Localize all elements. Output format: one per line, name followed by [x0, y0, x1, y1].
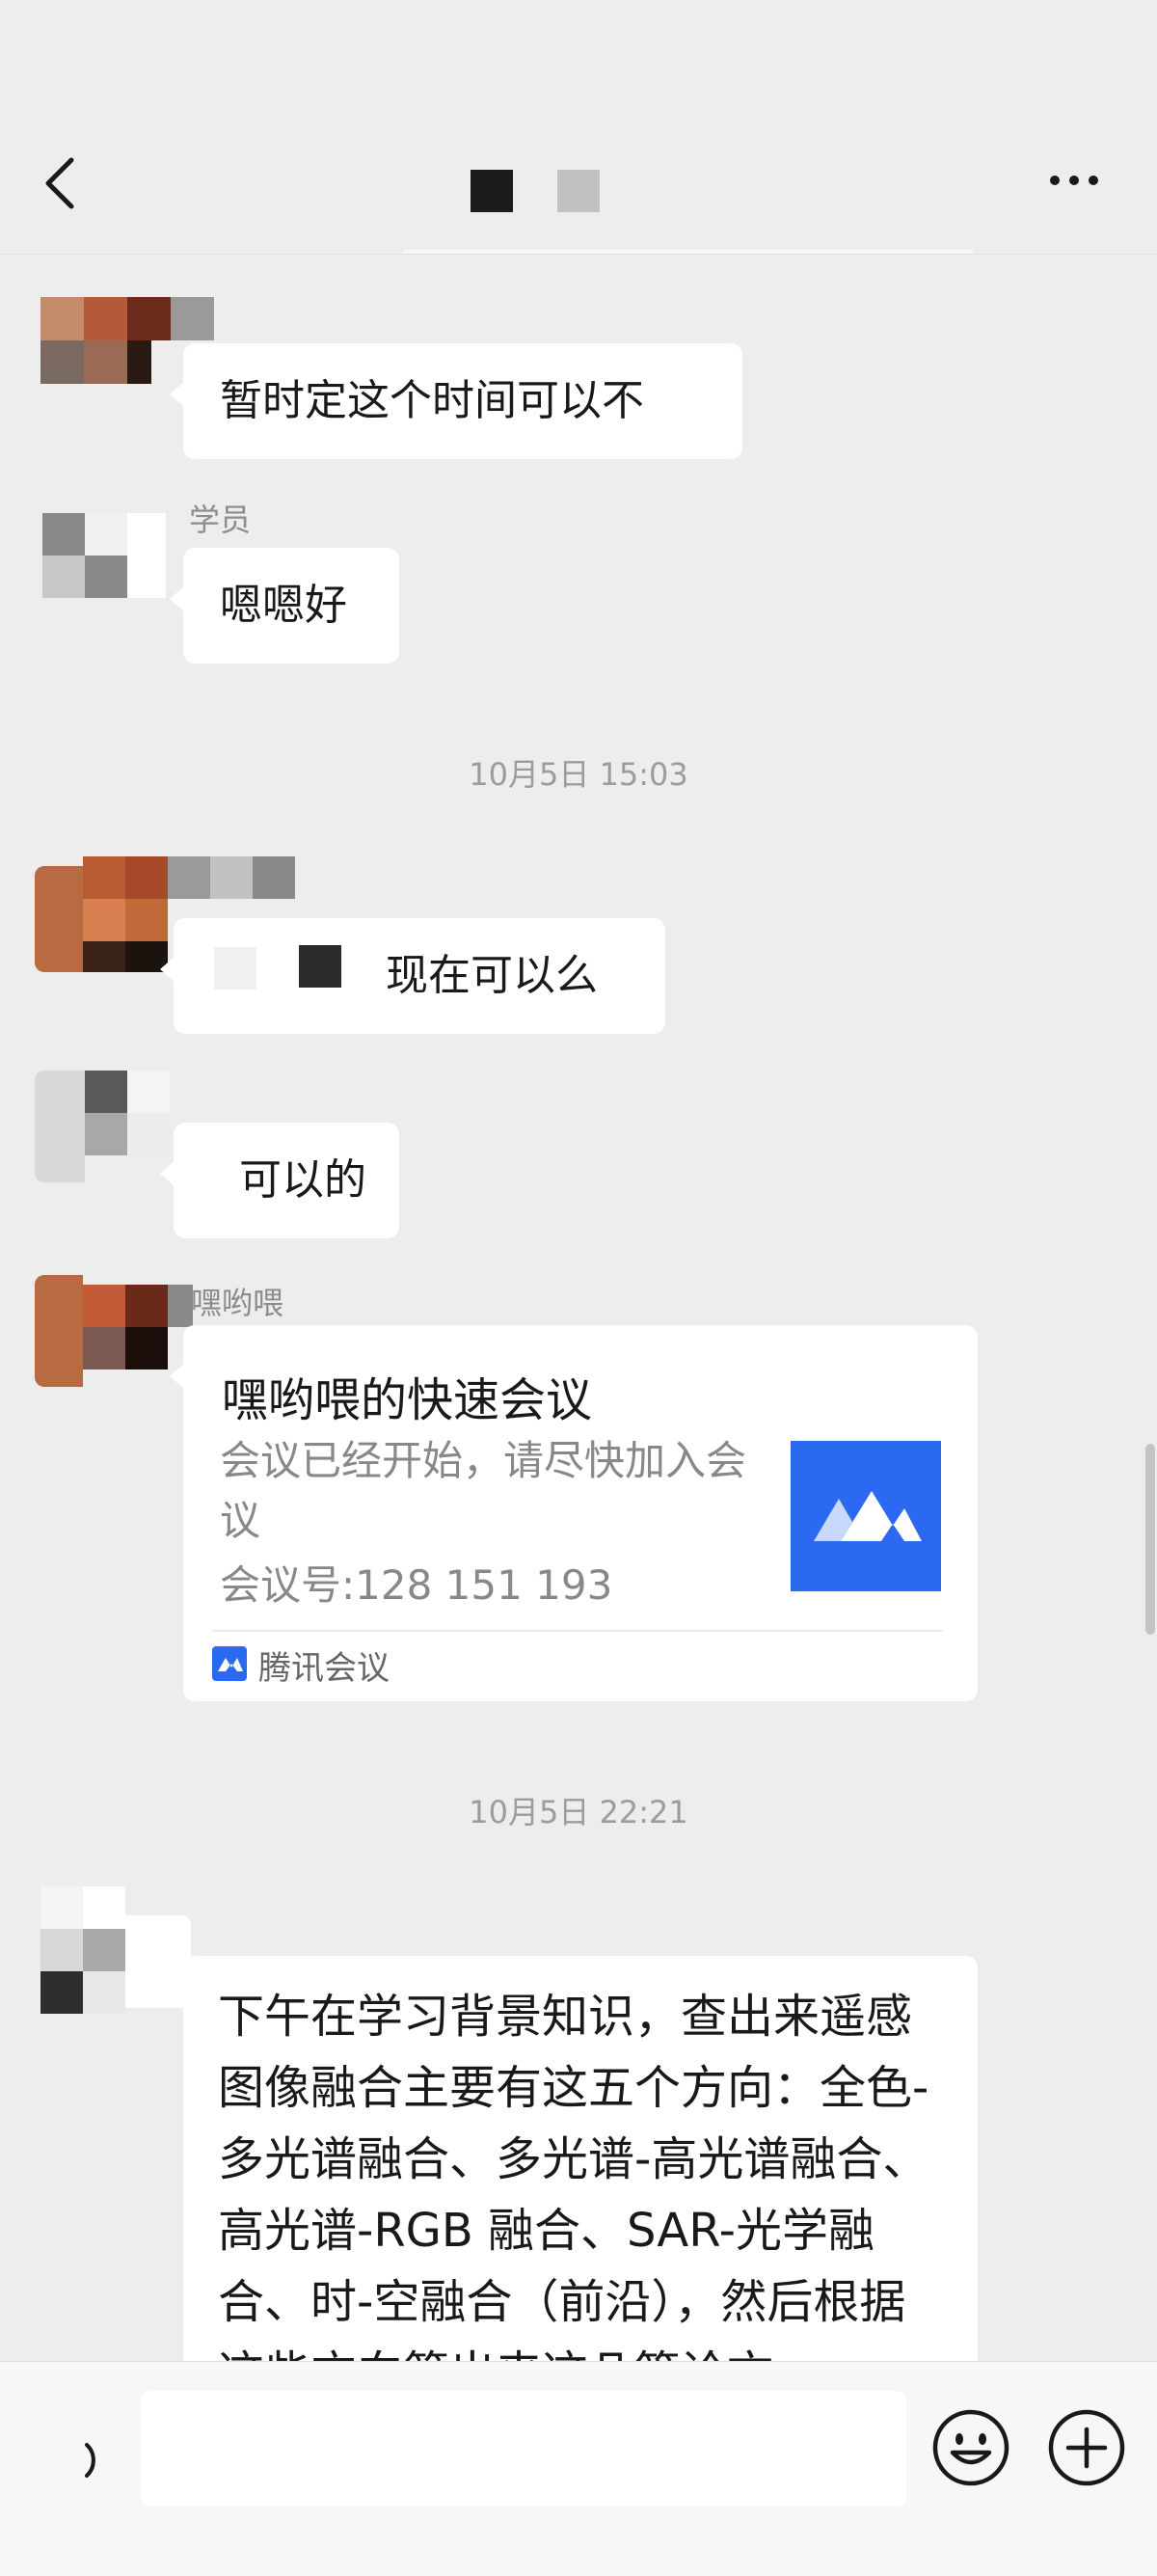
more-button[interactable]	[1046, 176, 1104, 191]
sender-name: 嘿哟喂	[191, 1285, 284, 1321]
scrollbar-thumb[interactable]	[1145, 1444, 1155, 1635]
message-input[interactable]	[141, 2391, 906, 2507]
avatar[interactable]	[35, 502, 179, 646]
message-text: 嗯嗯好	[220, 581, 347, 630]
input-bar	[0, 2361, 1157, 2576]
divider	[0, 254, 1157, 255]
message-bubble[interactable]: 下午在学习背景知识，查出来遥感图像融合主要有这五个方向：全色-多光谱融合、多光谱…	[183, 1956, 978, 2380]
voice-icon	[85, 2443, 95, 2478]
chevron-left-icon	[45, 157, 74, 209]
timestamp: 10月5日 22:21	[469, 1794, 688, 1830]
timestamp: 10月5日 15:03	[469, 756, 688, 793]
tencent-meeting-icon	[212, 1646, 247, 1681]
meeting-number: 会议号:128 151 193	[220, 1561, 613, 1609]
message-bubble[interactable]: 现在可以么	[160, 918, 665, 1034]
plus-icon	[1048, 2409, 1125, 2486]
message-bubble[interactable]: 暂时定这个时间可以不	[170, 343, 742, 459]
voice-button[interactable]	[58, 2433, 112, 2487]
title-block	[557, 170, 600, 212]
avatar[interactable]	[35, 856, 295, 1001]
meeting-card[interactable]: 嘿哟喂的快速会议 会议已经开始，请尽快加入会议 会议号:128 151 193 …	[170, 1325, 978, 1701]
card-source: 腾讯会议	[258, 1649, 390, 1688]
avatar[interactable]	[35, 1071, 179, 1215]
divider	[212, 1630, 943, 1632]
avatar[interactable]	[35, 1275, 193, 1420]
title-block	[471, 170, 513, 212]
message-bubble[interactable]: 嗯嗯好	[170, 548, 399, 664]
meeting-title: 嘿哟喂的快速会议	[222, 1373, 593, 1427]
message-text: 可以的	[239, 1155, 366, 1205]
avatar[interactable]	[40, 297, 214, 442]
message-text: 下午在学习背景知识，查出来遥感图像融合主要有这五个方向：全色-多光谱融合、多光谱…	[218, 1990, 929, 2380]
message-text: 现在可以么	[386, 951, 598, 1000]
back-button[interactable]	[39, 145, 96, 222]
sender-name: 学员	[189, 502, 252, 538]
tencent-meeting-logo-icon	[791, 1441, 941, 1591]
message-bubble[interactable]: 可以的	[160, 1123, 399, 1238]
emoji-icon	[932, 2409, 1009, 2486]
meeting-description: 会议已经开始，请尽快加入会议	[220, 1437, 747, 1544]
emoji-button[interactable]	[931, 2408, 1010, 2487]
plus-button[interactable]	[1047, 2408, 1126, 2487]
avatar[interactable]	[40, 1886, 191, 2031]
chat-header	[0, 0, 1157, 254]
message-text: 暂时定这个时间可以不	[220, 376, 644, 425]
